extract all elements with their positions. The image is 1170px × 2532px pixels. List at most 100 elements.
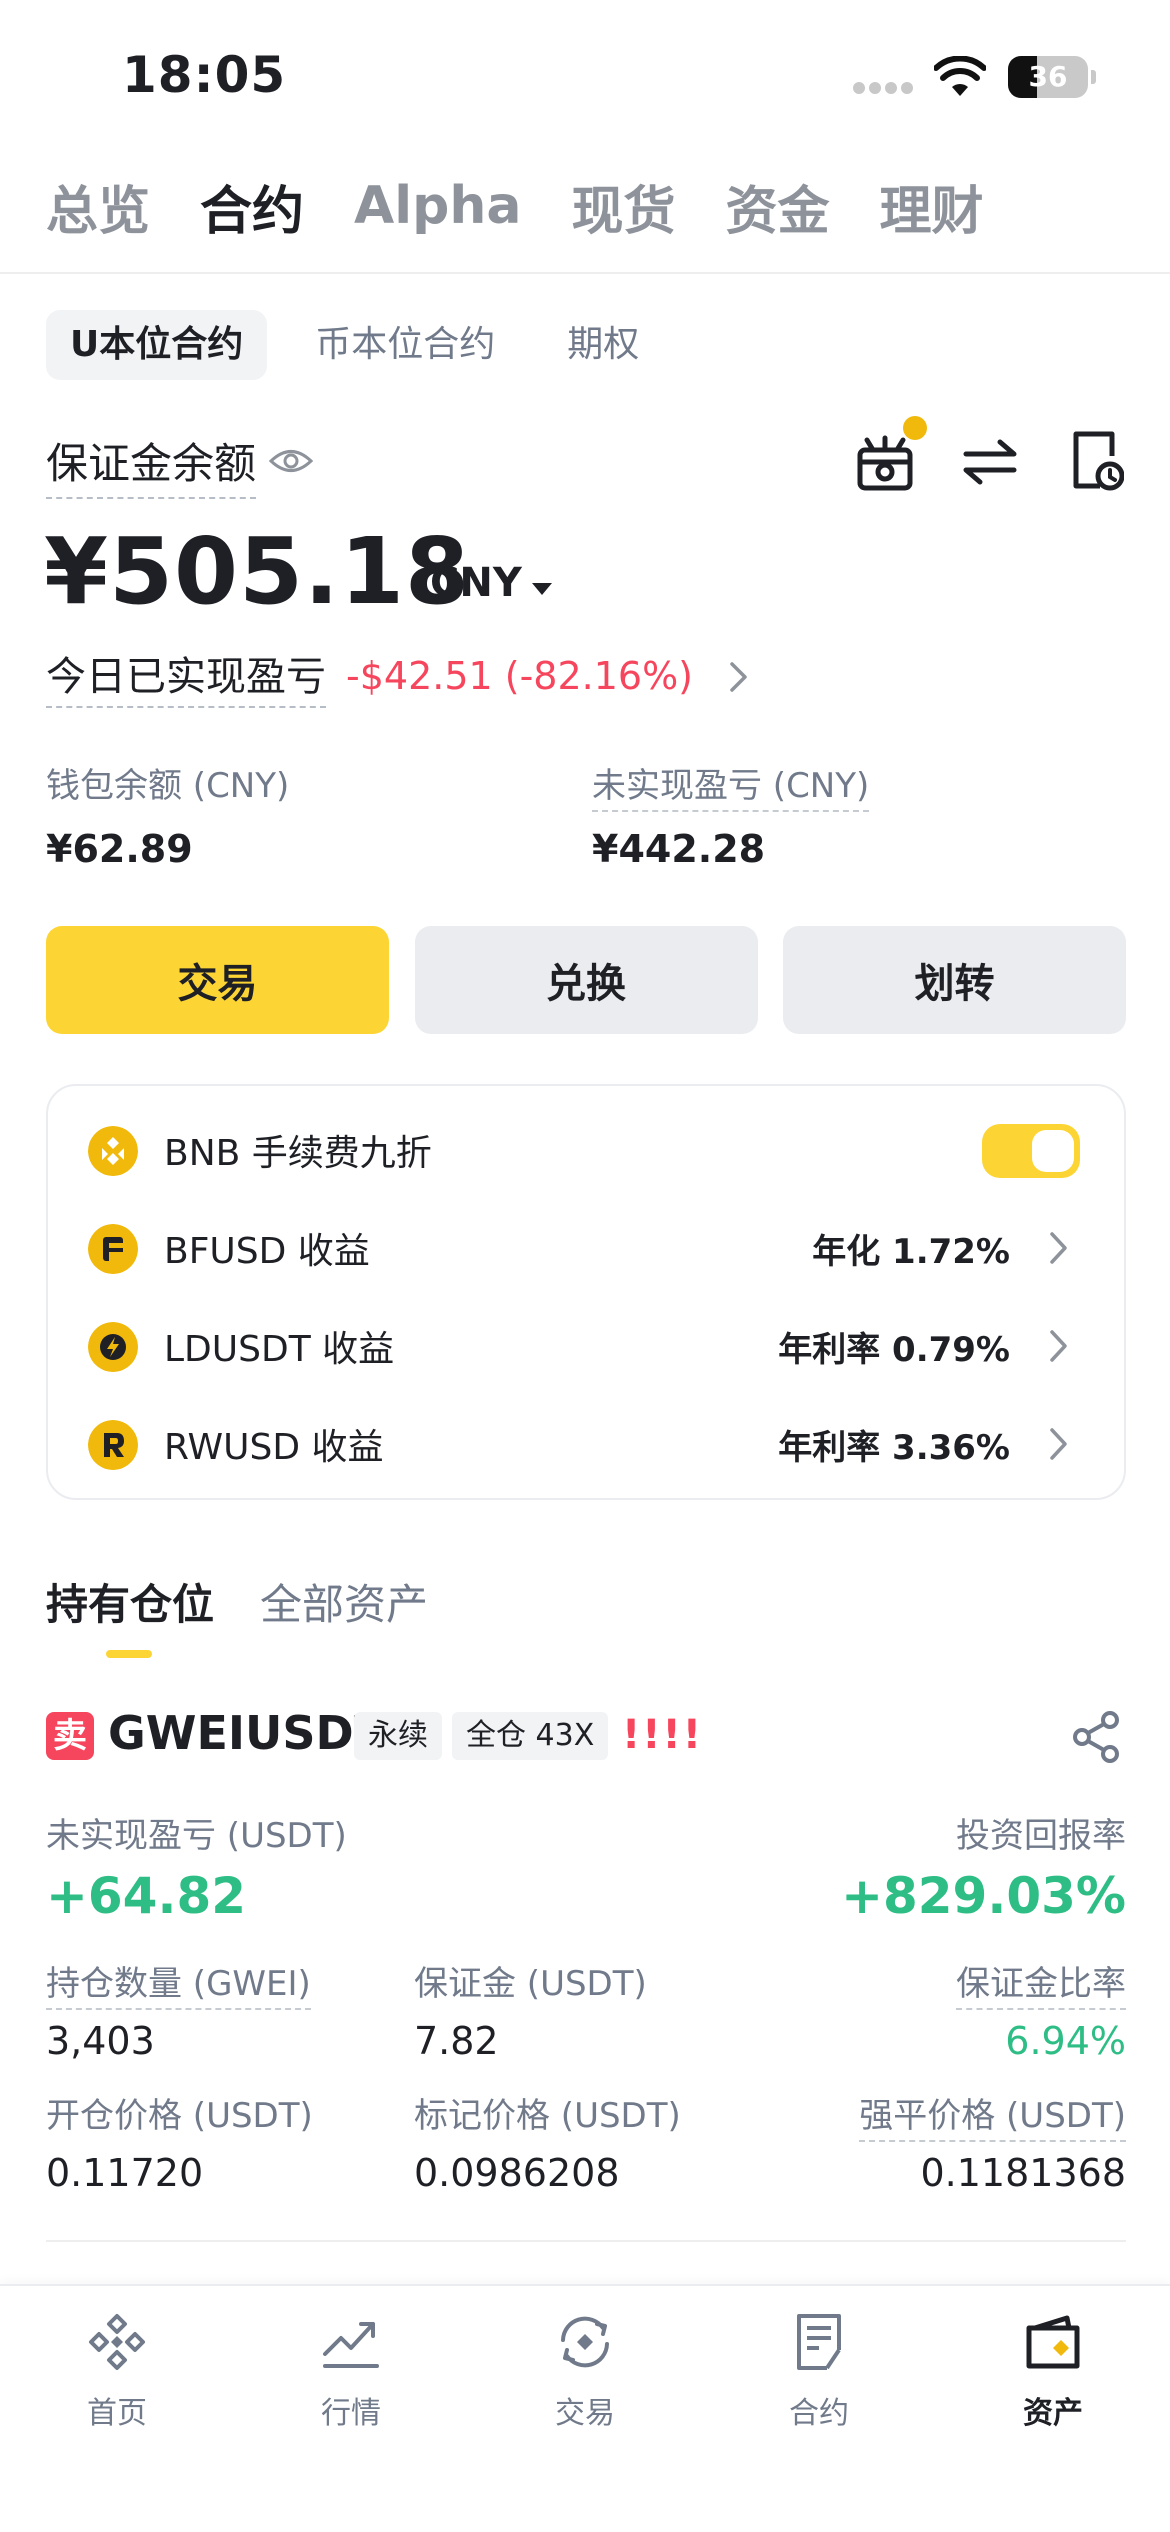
ldusdt-earn-row[interactable]: LDUSDT 收益 年利率 0.79%	[48, 1306, 1124, 1386]
unrealized-pnl-value: ¥442.28	[592, 827, 766, 871]
markets-icon	[323, 2322, 379, 2368]
account-type-tabs: 总览 合约 Alpha 现货 资金 理财	[46, 168, 1033, 244]
tab-coinm-futures[interactable]: 币本位合约	[291, 310, 519, 380]
bnb-fee-discount-label: BNB 手续费九折	[164, 1133, 432, 1174]
bnb-fee-discount-row: BNB 手续费九折	[48, 1110, 1124, 1190]
battery-icon: 36	[1008, 56, 1096, 98]
position-unrealized-pnl: 未实现盈亏 (USDT) +64.82	[46, 1808, 347, 1925]
position-size-label[interactable]: 持仓数量 (GWEI)	[46, 1964, 311, 2010]
position-liq-price-label[interactable]: 强平价格 (USDT)	[859, 2096, 1126, 2142]
tab-futures[interactable]: 合约	[200, 169, 304, 244]
wallet-balance-value: ¥62.89	[46, 827, 193, 871]
tab-open-positions[interactable]: 持有仓位	[46, 1571, 214, 1632]
position-margin-ratio-label[interactable]: 保证金比率	[956, 1964, 1126, 2010]
unrealized-pnl: 未实现盈亏 (CNY) ¥442.28	[592, 758, 870, 871]
unrealized-pnl-label[interactable]: 未实现盈亏 (CNY)	[592, 766, 870, 812]
battery-percent: 36	[1028, 60, 1068, 93]
nav-futures[interactable]: 合约	[739, 2310, 899, 2432]
notification-dot	[903, 416, 927, 440]
position-mark-price-value: 0.0986208	[414, 2151, 620, 2195]
risk-warning-icon[interactable]: !!!!	[622, 1712, 703, 1758]
wallet-icon	[1026, 2315, 1080, 2369]
position-size-value: 3,403	[46, 2019, 155, 2063]
margin-balance-label[interactable]: 保证金余额	[46, 430, 257, 499]
position-unrealized-pnl-value: +64.82	[46, 1867, 247, 1925]
earn-card: BNB 手续费九折 BFUSD 收益 年化 1.72% LDUSDT 收益 年利…	[46, 1084, 1126, 1500]
bfusd-rate: 年化 1.72%	[812, 1232, 1010, 1272]
chevron-right-icon[interactable]	[728, 660, 750, 694]
nav-futures-label: 合约	[789, 2396, 849, 2431]
bnb-coin-icon	[88, 1126, 138, 1176]
wallet-balance-label: 钱包余额 (CNY)	[46, 766, 290, 806]
transfer-button[interactable]: 划转	[783, 926, 1126, 1034]
tab-options[interactable]: 期权	[543, 310, 663, 380]
futures-icon	[797, 2314, 841, 2370]
rwusd-earn-row[interactable]: RWUSD 收益 年利率 3.36%	[48, 1404, 1124, 1484]
position-roi: 投资回报率 +829.03%	[841, 1808, 1126, 1925]
tab-all-assets[interactable]: 全部资产	[260, 1571, 428, 1632]
currency-selector[interactable]: CNY	[430, 560, 522, 606]
active-tab-indicator	[106, 1650, 152, 1658]
eye-icon[interactable]	[268, 444, 314, 478]
rwusd-earn-label: RWUSD 收益	[164, 1427, 384, 1468]
trade-icon	[561, 2316, 609, 2368]
todays-pnl-value: -$42.51 (-82.16%)	[346, 654, 694, 698]
nav-assets[interactable]: 资产	[973, 2310, 1133, 2432]
position-margin: 保证金 (USDT) 7.82	[414, 1956, 647, 2063]
divider	[0, 272, 1170, 274]
status-time: 18:05	[122, 46, 287, 104]
position-entry-price: 开仓价格 (USDT) 0.11720	[46, 2088, 313, 2195]
positions-tabs: 持有仓位 全部资产	[46, 1568, 474, 1634]
contract-type-chip: 永续	[354, 1712, 442, 1760]
nav-assets-label: 资产	[1023, 2396, 1083, 2431]
bnb-fee-discount-toggle[interactable]	[982, 1124, 1080, 1178]
ldusdt-earn-label: LDUSDT 收益	[164, 1329, 395, 1370]
margin-mode-chip[interactable]: 全仓 43X	[452, 1712, 609, 1760]
share-icon[interactable]	[1070, 1710, 1122, 1764]
position-unrealized-pnl-label: 未实现盈亏 (USDT)	[46, 1816, 347, 1856]
chevron-right-icon[interactable]	[1048, 1426, 1070, 1462]
caret-down-icon[interactable]	[532, 583, 552, 595]
position-liq-price: 强平价格 (USDT) 0.1181368	[859, 2088, 1126, 2195]
divider	[46, 2240, 1126, 2242]
convert-button[interactable]: 兑换	[414, 926, 758, 1034]
nav-trade[interactable]: 交易	[505, 2310, 665, 2432]
history-icon[interactable]	[1070, 430, 1124, 492]
tab-spot[interactable]: 现货	[571, 169, 675, 244]
position-roi-label: 投资回报率	[956, 1816, 1126, 1856]
tab-usdm-futures[interactable]: U本位合约	[46, 310, 268, 380]
cellular-signal-icon	[853, 82, 915, 94]
tab-earn[interactable]: 理财	[879, 169, 983, 244]
position-entry-price-value: 0.11720	[46, 2151, 204, 2195]
position-symbol[interactable]: GWEIUSDT	[108, 1706, 385, 1760]
tab-overview[interactable]: 总览	[46, 169, 150, 244]
todays-pnl-row[interactable]: 今日已实现盈亏 -$42.51 (-82.16%)	[46, 644, 694, 708]
tab-funding[interactable]: 资金	[725, 169, 829, 244]
rwusd-rate: 年利率 3.36%	[778, 1428, 1010, 1468]
swap-arrows-icon[interactable]	[962, 436, 1018, 488]
bfusd-earn-row[interactable]: BFUSD 收益 年化 1.72%	[48, 1208, 1124, 1288]
wifi-icon	[934, 56, 986, 96]
ldusdt-coin-icon	[88, 1322, 138, 1372]
nav-markets[interactable]: 行情	[271, 2310, 431, 2432]
position-entry-price-label: 开仓价格 (USDT)	[46, 2096, 313, 2136]
toggle-knob	[1032, 1130, 1074, 1172]
chevron-right-icon[interactable]	[1048, 1230, 1070, 1266]
position-margin-ratio-value: 6.94%	[1005, 2019, 1126, 2063]
nav-trade-label: 交易	[555, 2396, 615, 2431]
sell-side-badge: 卖	[46, 1712, 94, 1760]
position-roi-value: +829.03%	[841, 1867, 1126, 1925]
chevron-right-icon[interactable]	[1048, 1328, 1070, 1364]
status-bar: 18:05 36	[0, 0, 1170, 150]
gift-icon[interactable]	[855, 432, 915, 492]
home-icon	[89, 2314, 145, 2370]
tab-alpha[interactable]: Alpha	[354, 176, 521, 236]
bfusd-earn-label: BFUSD 收益	[164, 1231, 370, 1272]
position-mark-price: 标记价格 (USDT) 0.0986208	[414, 2088, 681, 2195]
todays-pnl-label: 今日已实现盈亏	[46, 644, 326, 708]
nav-markets-label: 行情	[321, 2396, 381, 2431]
bfusd-coin-icon	[88, 1224, 138, 1274]
trade-button[interactable]: 交易	[46, 926, 389, 1034]
wallet-balance: 钱包余额 (CNY) ¥62.89	[46, 758, 289, 871]
nav-home[interactable]: 首页	[37, 2310, 197, 2432]
